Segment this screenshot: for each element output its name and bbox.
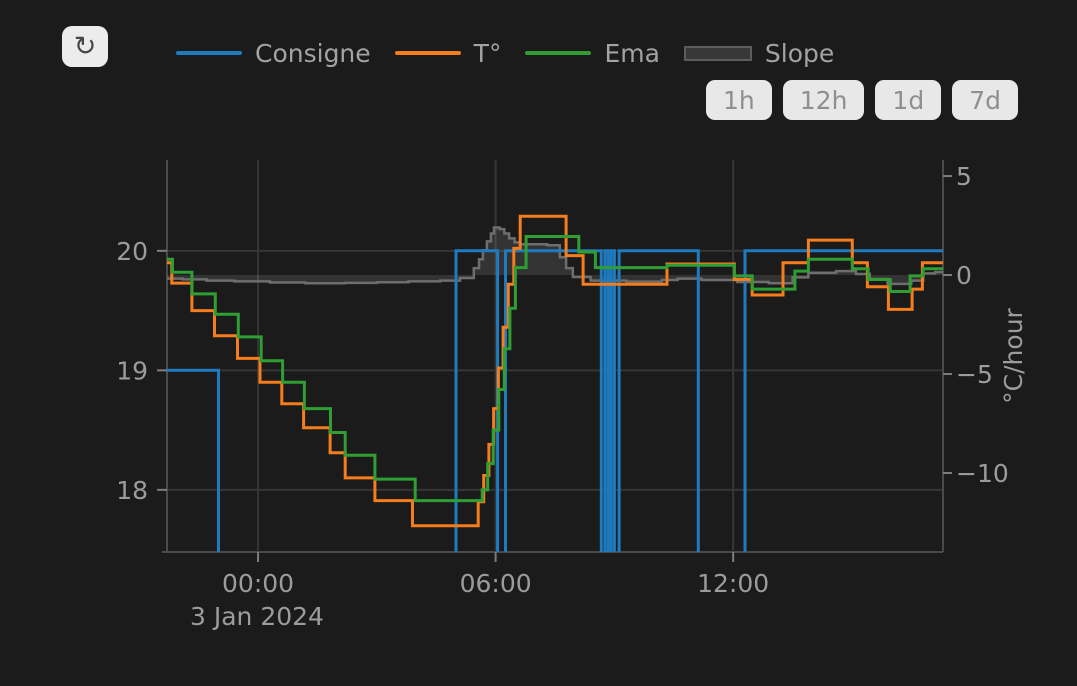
y-axis-right-label-0: 0: [956, 261, 972, 290]
range-button-12h[interactable]: 12h: [783, 80, 865, 120]
legend-label-ema: Ema: [604, 39, 659, 68]
range-button-1d[interactable]: 1d: [875, 80, 941, 120]
app-root: { "toolbar": { "refresh_button": { "glyp…: [0, 0, 1077, 682]
legend-label-slope: Slope: [765, 39, 834, 68]
range-button-7d[interactable]: 7d: [952, 80, 1018, 120]
legend-item-temperature[interactable]: T°: [395, 39, 502, 68]
y-axis-left-label-19: 19: [116, 356, 148, 385]
ema-color-swatch: [525, 51, 591, 55]
y-axis-right-label--10: −10: [956, 459, 1009, 488]
y-axis-left-label-18: 18: [116, 476, 148, 505]
refresh-icon: ↻: [74, 33, 97, 60]
chart-legend: Consigne T° Ema Slope: [176, 36, 834, 70]
slope-color-swatch: [684, 46, 752, 61]
y-axis-left-label-20: 20: [116, 237, 148, 266]
x-tick-label-00:00: 00:00: [222, 569, 294, 598]
temperature-color-swatch: [395, 51, 461, 55]
y-axis-right-label-5: 5: [956, 162, 972, 191]
legend-label-temperature: T°: [474, 39, 502, 68]
legend-item-ema[interactable]: Ema: [525, 39, 659, 68]
consigne-color-swatch: [176, 51, 242, 55]
x-tick-label-06:00: 06:00: [460, 569, 532, 598]
y-axis-right-title: °C/hour: [999, 307, 1028, 403]
x-axis-date-label: 3 Jan 2024: [190, 602, 324, 631]
refresh-button[interactable]: ↻: [62, 26, 108, 67]
x-tick-label-12:00: 12:00: [697, 569, 769, 598]
time-range-buttons: 1h 12h 1d 7d: [706, 80, 1018, 120]
consigne-line: [167, 251, 943, 560]
legend-item-slope[interactable]: Slope: [684, 39, 834, 68]
legend-item-consigne[interactable]: Consigne: [176, 39, 371, 68]
y-axis-right-label--5: −5: [956, 360, 993, 389]
legend-label-consigne: Consigne: [255, 39, 371, 68]
range-button-1h[interactable]: 1h: [706, 80, 772, 120]
